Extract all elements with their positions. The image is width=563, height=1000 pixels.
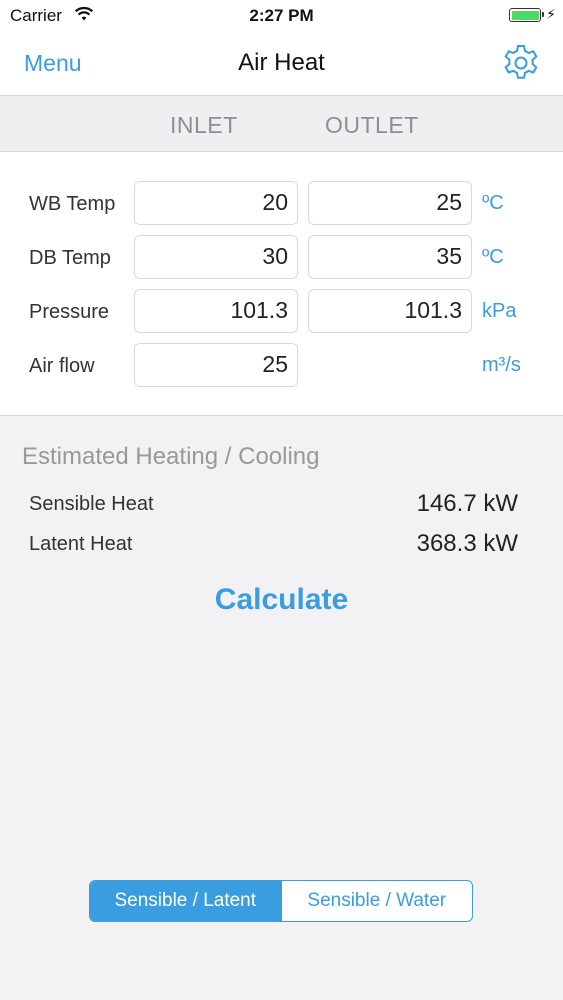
sensible-heat-row: Sensible Heat 146.7 kW (0, 490, 563, 520)
segment-sensible-latent[interactable]: Sensible / Latent (90, 881, 281, 921)
sensible-heat-value: 146.7 kW (416, 490, 518, 517)
db-temp-label: DB Temp (29, 247, 111, 269)
latent-heat-value: 368.3 kW (416, 530, 518, 557)
air-flow-label: Air flow (29, 355, 95, 377)
gear-icon[interactable] (501, 43, 541, 83)
input-row-pressure: Pressure 101.3 101.3 kPa (0, 289, 563, 335)
battery-icon (509, 8, 544, 22)
segment-sensible-water[interactable]: Sensible / Water (280, 881, 473, 921)
air-flow-inlet-field[interactable]: 25 (134, 343, 298, 387)
sensible-heat-label: Sensible Heat (29, 493, 154, 515)
db-temp-outlet-field[interactable]: 35 (308, 235, 472, 279)
calculate-button[interactable]: Calculate (0, 583, 563, 617)
outlet-header: OUTLET (325, 112, 419, 138)
inlet-header: INLET (170, 112, 238, 138)
db-temp-inlet-field[interactable]: 30 (134, 235, 298, 279)
page-title: Air Heat (238, 49, 325, 76)
status-bar: Carrier 2:27 PM ⚡ (0, 0, 563, 32)
pressure-outlet-field[interactable]: 101.3 (308, 289, 472, 333)
results-title: Estimated Heating / Cooling (22, 443, 320, 470)
wb-temp-label: WB Temp (29, 193, 116, 215)
latent-heat-row: Latent Heat 368.3 kW (0, 530, 563, 560)
clock: 2:27 PM (249, 6, 314, 25)
latent-heat-label: Latent Heat (29, 533, 133, 555)
wb-temp-unit: ºC (482, 192, 504, 214)
wb-temp-outlet-field[interactable]: 25 (308, 181, 472, 225)
wb-temp-inlet-field[interactable]: 20 (134, 181, 298, 225)
charging-icon: ⚡ (546, 6, 556, 22)
air-flow-unit: m³/s (482, 354, 521, 376)
mode-segmented-control: Sensible / Latent Sensible / Water (89, 880, 473, 922)
input-row-air-flow: Air flow 25 m³/s (0, 343, 563, 389)
input-panel: WB Temp 20 25 ºC DB Temp 30 35 ºC Pressu… (0, 152, 563, 416)
input-row-wb-temp: WB Temp 20 25 ºC (0, 181, 563, 227)
db-temp-unit: ºC (482, 246, 504, 268)
pressure-unit: kPa (482, 300, 517, 322)
pressure-inlet-field[interactable]: 101.3 (134, 289, 298, 333)
pressure-label: Pressure (29, 301, 110, 323)
navigation-bar: Menu Air Heat (0, 32, 563, 96)
input-row-db-temp: DB Temp 30 35 ºC (0, 235, 563, 281)
column-headers: INLET OUTLET (0, 96, 563, 152)
